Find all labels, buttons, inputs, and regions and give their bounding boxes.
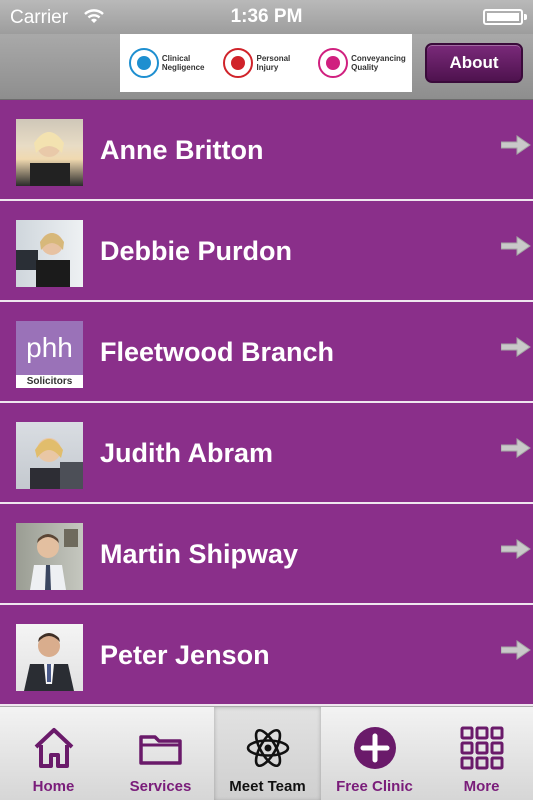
tab-services[interactable]: Services	[107, 707, 214, 800]
accreditation-seal-icon	[128, 48, 159, 78]
tab-label: More	[463, 778, 500, 795]
battery-icon	[483, 9, 527, 25]
arrow-right-icon	[501, 135, 531, 155]
badge-line2: Negligence	[161, 63, 205, 72]
avatar	[16, 624, 83, 691]
team-row-fleetwood-branch[interactable]: phh Solicitors Fleetwood Branch	[0, 302, 533, 403]
accreditation-seal-icon	[318, 48, 349, 78]
team-member-name: Debbie Purdon	[100, 236, 293, 266]
badge-line1: Personal	[256, 54, 291, 63]
folder-icon	[138, 735, 182, 765]
arrow-right-icon	[501, 236, 531, 256]
conveyancing-quality-badge: Conveyancing Quality	[318, 48, 406, 78]
team-member-name: Judith Abram	[100, 438, 274, 468]
clinical-negligence-badge: Clinical Negligence	[128, 48, 214, 78]
tab-meet-team[interactable]: Meet Team	[214, 707, 321, 800]
accreditation-banner: Clinical Negligence Personal Injury Conv…	[120, 34, 412, 92]
accreditation-seal-icon	[223, 48, 254, 78]
avatar	[16, 119, 83, 186]
badge-line2: Injury	[256, 63, 279, 72]
team-row-debbie-purdon[interactable]: Debbie Purdon	[0, 201, 533, 302]
team-member-name: Fleetwood Branch	[100, 337, 335, 367]
team-member-name: Anne Britton	[100, 135, 264, 165]
badge-line1: Clinical	[161, 54, 191, 63]
avatar	[16, 523, 83, 590]
logo-subtitle: Solicitors	[26, 376, 73, 387]
atom-icon	[246, 728, 289, 768]
tab-free-clinic[interactable]: Free Clinic	[321, 707, 428, 800]
tab-bar: Home Services Meet Team Free Clinic More	[0, 706, 533, 800]
tab-home[interactable]: Home	[0, 707, 107, 800]
badge-line2: Quality	[351, 63, 379, 72]
team-row-martin-shipway[interactable]: Martin Shipway	[0, 504, 533, 605]
arrow-right-icon	[501, 337, 531, 357]
about-button[interactable]: About	[425, 43, 523, 83]
status-bar: Carrier 1:36 PM	[0, 0, 533, 34]
team-list: Anne Britton Debbie Purdon phh Solicitor…	[0, 100, 533, 706]
team-row-anne-britton[interactable]: Anne Britton	[0, 100, 533, 201]
tab-label: Meet Team	[229, 778, 306, 795]
header-bar: Clinical Negligence Personal Injury Conv…	[0, 34, 533, 100]
tab-label: Services	[129, 778, 192, 795]
tab-more[interactable]: More	[428, 707, 533, 800]
phh-logo: phh Solicitors	[16, 321, 83, 388]
arrow-right-icon	[501, 640, 531, 660]
avatar	[16, 220, 83, 287]
team-member-name: Peter Jenson	[100, 640, 270, 670]
badge-line1: Conveyancing	[351, 54, 406, 63]
grid-icon	[460, 726, 503, 770]
team-row-judith-abram[interactable]: Judith Abram	[0, 403, 533, 504]
logo-mark: phh	[16, 321, 83, 375]
plus-circle-icon	[353, 727, 396, 769]
team-member-name: Martin Shipway	[100, 539, 299, 569]
arrow-right-icon	[501, 539, 531, 559]
arrow-right-icon	[501, 438, 531, 458]
tab-label: Home	[32, 778, 75, 795]
avatar	[16, 422, 83, 489]
home-icon	[34, 728, 73, 768]
tab-label: Free Clinic	[336, 778, 413, 795]
clock: 1:36 PM	[230, 6, 303, 27]
personal-injury-badge: Personal Injury	[223, 48, 308, 78]
team-row-peter-jenson[interactable]: Peter Jenson	[0, 605, 533, 706]
